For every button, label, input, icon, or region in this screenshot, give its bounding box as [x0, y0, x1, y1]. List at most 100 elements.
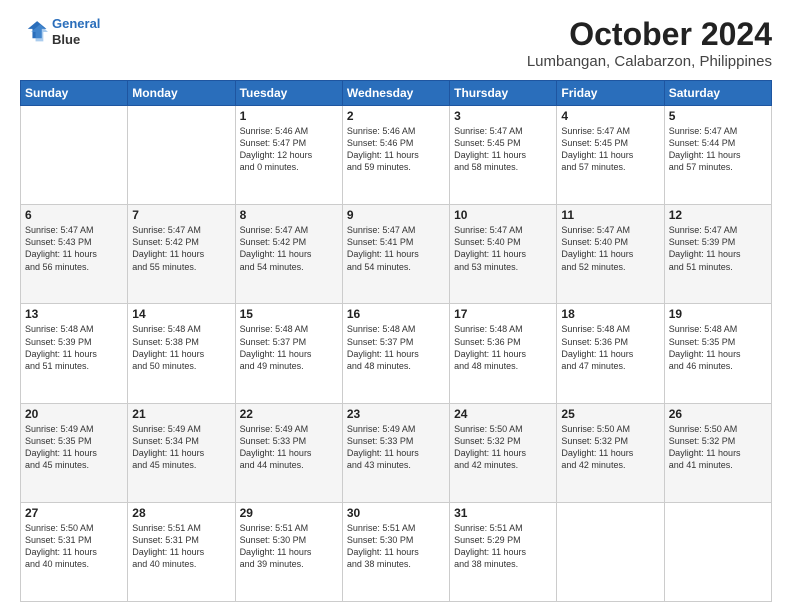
day-content: Sunrise: 5:47 AM Sunset: 5:44 PM Dayligh… [669, 125, 767, 174]
day-content: Sunrise: 5:48 AM Sunset: 5:36 PM Dayligh… [561, 323, 659, 372]
day-content: Sunrise: 5:48 AM Sunset: 5:38 PM Dayligh… [132, 323, 230, 372]
day-content: Sunrise: 5:47 AM Sunset: 5:40 PM Dayligh… [454, 224, 552, 273]
header: General Blue October 2024 Lumbangan, Cal… [20, 16, 772, 70]
calendar-cell: 24 Sunrise: 5:50 AM Sunset: 5:32 PM Dayli… [450, 403, 557, 502]
day-content: Sunrise: 5:50 AM Sunset: 5:32 PM Dayligh… [454, 423, 552, 472]
calendar-cell: 8 Sunrise: 5:47 AM Sunset: 5:42 PM Daylig… [235, 205, 342, 304]
day-number: 10 [454, 208, 552, 222]
day-number: 7 [132, 208, 230, 222]
day-content: Sunrise: 5:51 AM Sunset: 5:31 PM Dayligh… [132, 522, 230, 571]
day-number: 1 [240, 109, 338, 123]
day-number: 30 [347, 506, 445, 520]
calendar-cell: 21 Sunrise: 5:49 AM Sunset: 5:34 PM Dayli… [128, 403, 235, 502]
calendar-cell: 25 Sunrise: 5:50 AM Sunset: 5:32 PM Dayli… [557, 403, 664, 502]
day-number: 8 [240, 208, 338, 222]
calendar-cell: 4 Sunrise: 5:47 AM Sunset: 5:45 PM Daylig… [557, 106, 664, 205]
weekday-header: Sunday [21, 81, 128, 106]
calendar-cell: 30 Sunrise: 5:51 AM Sunset: 5:30 PM Dayli… [342, 502, 449, 601]
day-content: Sunrise: 5:47 AM Sunset: 5:42 PM Dayligh… [240, 224, 338, 273]
logo-text: General Blue [52, 16, 100, 47]
day-number: 15 [240, 307, 338, 321]
day-number: 19 [669, 307, 767, 321]
calendar-cell: 5 Sunrise: 5:47 AM Sunset: 5:44 PM Daylig… [664, 106, 771, 205]
calendar-cell: 6 Sunrise: 5:47 AM Sunset: 5:43 PM Daylig… [21, 205, 128, 304]
day-content: Sunrise: 5:49 AM Sunset: 5:34 PM Dayligh… [132, 423, 230, 472]
weekday-header: Saturday [664, 81, 771, 106]
calendar-cell: 18Sunrise: 5:48 AM Sunset: 5:36 PM Dayli… [557, 304, 664, 403]
day-content: Sunrise: 5:47 AM Sunset: 5:40 PM Dayligh… [561, 224, 659, 273]
day-content: Sunrise: 5:49 AM Sunset: 5:35 PM Dayligh… [25, 423, 123, 472]
day-content: Sunrise: 5:48 AM Sunset: 5:36 PM Dayligh… [454, 323, 552, 372]
calendar-week-row: 13 Sunrise: 5:48 AM Sunset: 5:39 PM Dayli… [21, 304, 772, 403]
calendar-cell: 20Sunrise: 5:49 AM Sunset: 5:35 PM Dayli… [21, 403, 128, 502]
weekday-header: Monday [128, 81, 235, 106]
calendar-week-row: 20Sunrise: 5:49 AM Sunset: 5:35 PM Dayli… [21, 403, 772, 502]
day-content: Sunrise: 5:50 AM Sunset: 5:32 PM Dayligh… [561, 423, 659, 472]
day-number: 14 [132, 307, 230, 321]
calendar-week-row: 6 Sunrise: 5:47 AM Sunset: 5:43 PM Daylig… [21, 205, 772, 304]
day-content: Sunrise: 5:50 AM Sunset: 5:32 PM Dayligh… [669, 423, 767, 472]
calendar-cell: 11 Sunrise: 5:47 AM Sunset: 5:40 PM Dayli… [557, 205, 664, 304]
calendar-cell: 7 Sunrise: 5:47 AM Sunset: 5:42 PM Daylig… [128, 205, 235, 304]
day-number: 21 [132, 407, 230, 421]
calendar-header-row: SundayMondayTuesdayWednesdayThursdayFrid… [21, 81, 772, 106]
calendar-cell: 19 Sunrise: 5:48 AM Sunset: 5:35 PM Dayli… [664, 304, 771, 403]
calendar-cell: 28 Sunrise: 5:51 AM Sunset: 5:31 PM Dayli… [128, 502, 235, 601]
day-number: 5 [669, 109, 767, 123]
day-number: 29 [240, 506, 338, 520]
day-number: 24 [454, 407, 552, 421]
day-content: Sunrise: 5:51 AM Sunset: 5:30 PM Dayligh… [347, 522, 445, 571]
day-number: 3 [454, 109, 552, 123]
day-content: Sunrise: 5:49 AM Sunset: 5:33 PM Dayligh… [240, 423, 338, 472]
calendar-cell: 26 Sunrise: 5:50 AM Sunset: 5:32 PM Dayli… [664, 403, 771, 502]
day-number: 2 [347, 109, 445, 123]
calendar-cell: 12Sunrise: 5:47 AM Sunset: 5:39 PM Dayli… [664, 205, 771, 304]
calendar-week-row: 27Sunrise: 5:50 AM Sunset: 5:31 PM Dayli… [21, 502, 772, 601]
weekday-header: Friday [557, 81, 664, 106]
day-content: Sunrise: 5:47 AM Sunset: 5:45 PM Dayligh… [561, 125, 659, 174]
calendar-cell: 15Sunrise: 5:48 AM Sunset: 5:37 PM Dayli… [235, 304, 342, 403]
day-content: Sunrise: 5:48 AM Sunset: 5:39 PM Dayligh… [25, 323, 123, 372]
calendar-cell: 31Sunrise: 5:51 AM Sunset: 5:29 PM Dayli… [450, 502, 557, 601]
day-number: 13 [25, 307, 123, 321]
day-content: Sunrise: 5:47 AM Sunset: 5:43 PM Dayligh… [25, 224, 123, 273]
day-number: 4 [561, 109, 659, 123]
logo: General Blue [20, 16, 100, 47]
calendar-week-row: 1Sunrise: 5:46 AM Sunset: 5:47 PM Daylig… [21, 106, 772, 205]
day-content: Sunrise: 5:46 AM Sunset: 5:46 PM Dayligh… [347, 125, 445, 174]
day-number: 26 [669, 407, 767, 421]
calendar-cell: 17 Sunrise: 5:48 AM Sunset: 5:36 PM Dayli… [450, 304, 557, 403]
day-number: 6 [25, 208, 123, 222]
day-number: 11 [561, 208, 659, 222]
calendar-cell: 22 Sunrise: 5:49 AM Sunset: 5:33 PM Dayli… [235, 403, 342, 502]
logo-icon [20, 18, 48, 46]
day-number: 28 [132, 506, 230, 520]
day-content: Sunrise: 5:51 AM Sunset: 5:30 PM Dayligh… [240, 522, 338, 571]
day-content: Sunrise: 5:48 AM Sunset: 5:35 PM Dayligh… [669, 323, 767, 372]
calendar-table: SundayMondayTuesdayWednesdayThursdayFrid… [20, 80, 772, 602]
day-number: 31 [454, 506, 552, 520]
weekday-header: Thursday [450, 81, 557, 106]
calendar-cell [21, 106, 128, 205]
calendar-cell [664, 502, 771, 601]
day-number: 17 [454, 307, 552, 321]
day-content: Sunrise: 5:47 AM Sunset: 5:39 PM Dayligh… [669, 224, 767, 273]
weekday-header: Wednesday [342, 81, 449, 106]
calendar-cell [128, 106, 235, 205]
day-content: Sunrise: 5:47 AM Sunset: 5:41 PM Dayligh… [347, 224, 445, 273]
day-content: Sunrise: 5:48 AM Sunset: 5:37 PM Dayligh… [347, 323, 445, 372]
calendar-cell: 3Sunrise: 5:47 AM Sunset: 5:45 PM Daylig… [450, 106, 557, 205]
weekday-header: Tuesday [235, 81, 342, 106]
day-number: 16 [347, 307, 445, 321]
day-number: 23 [347, 407, 445, 421]
calendar-cell: 13 Sunrise: 5:48 AM Sunset: 5:39 PM Dayli… [21, 304, 128, 403]
day-number: 22 [240, 407, 338, 421]
calendar-cell: 1Sunrise: 5:46 AM Sunset: 5:47 PM Daylig… [235, 106, 342, 205]
day-number: 27 [25, 506, 123, 520]
day-content: Sunrise: 5:49 AM Sunset: 5:33 PM Dayligh… [347, 423, 445, 472]
day-content: Sunrise: 5:47 AM Sunset: 5:42 PM Dayligh… [132, 224, 230, 273]
page-title: October 2024 [527, 16, 772, 53]
calendar-cell: 2 Sunrise: 5:46 AM Sunset: 5:46 PM Daylig… [342, 106, 449, 205]
page-subtitle: Lumbangan, Calabarzon, Philippines [527, 53, 772, 70]
day-number: 25 [561, 407, 659, 421]
